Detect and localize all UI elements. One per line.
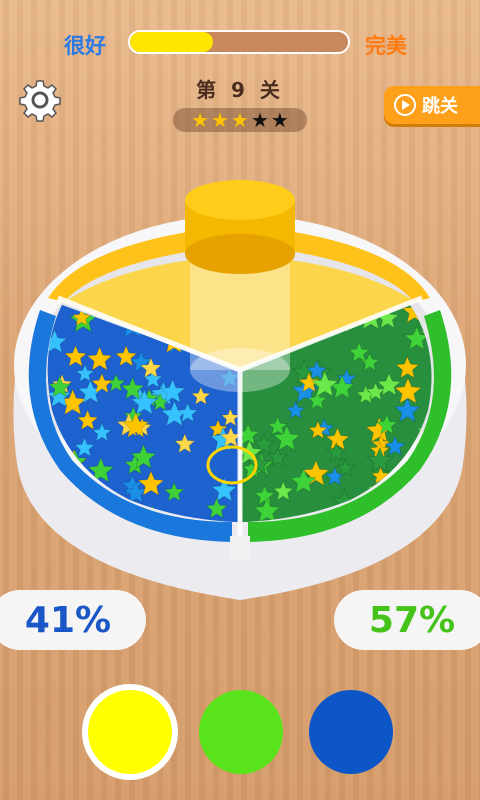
star-earned-icon: ★ xyxy=(191,108,210,132)
star-empty-icon: ★ xyxy=(270,108,289,132)
good-label: 很好 xyxy=(64,34,106,58)
green-percent: 57% xyxy=(334,590,480,650)
sorting-bowl xyxy=(13,180,467,600)
blue-color-button[interactable] xyxy=(309,690,393,774)
progress-fill xyxy=(130,32,213,52)
play-circle-icon xyxy=(394,94,416,116)
perfect-label: 完美 xyxy=(365,34,407,58)
star-earned-icon: ★ xyxy=(211,108,230,132)
green-color-button[interactable] xyxy=(199,690,283,774)
skip-level-button[interactable]: 跳关 xyxy=(384,86,480,124)
star-empty-icon: ★ xyxy=(250,108,269,132)
blue-percent: 41% xyxy=(0,590,146,650)
yellow-color-button[interactable] xyxy=(82,684,178,780)
skip-level-label: 跳关 xyxy=(422,96,458,117)
star-earned-icon: ★ xyxy=(231,108,249,132)
progress-bar xyxy=(128,30,350,54)
level-stars: ★ ★ ★ ★ ★ xyxy=(173,108,307,132)
